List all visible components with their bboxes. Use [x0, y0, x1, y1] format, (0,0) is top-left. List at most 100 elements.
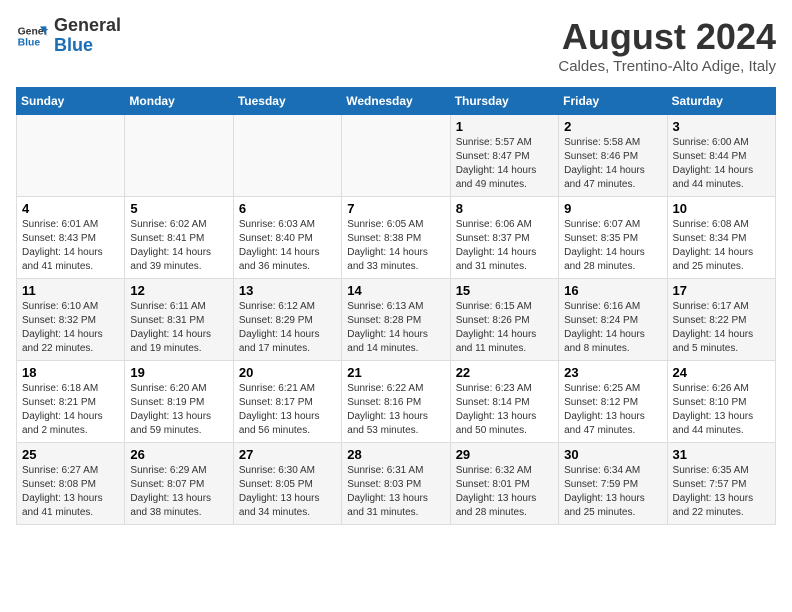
day-number: 20 [239, 365, 336, 380]
page-title: August 2024 [558, 16, 776, 58]
svg-text:Blue: Blue [18, 37, 41, 48]
page-subtitle: Caldes, Trentino-Alto Adige, Italy [558, 58, 776, 75]
calendar-cell: 10 Sunrise: 6:08 AMSunset: 8:34 PMDayligh… [667, 197, 775, 279]
day-number: 17 [673, 283, 770, 298]
day-info: Sunrise: 6:32 AMSunset: 8:01 PMDaylight:… [456, 464, 553, 520]
day-number: 27 [239, 447, 336, 462]
day-number: 26 [130, 447, 227, 462]
day-info: Sunrise: 6:05 AMSunset: 8:38 PMDaylight:… [347, 218, 444, 274]
day-number: 7 [347, 201, 444, 216]
day-number: 25 [22, 447, 119, 462]
day-info: Sunrise: 6:12 AMSunset: 8:29 PMDaylight:… [239, 300, 336, 356]
calendar-cell: 13 Sunrise: 6:12 AMSunset: 8:29 PMDayligh… [233, 279, 341, 361]
calendar-cell: 15 Sunrise: 6:15 AMSunset: 8:26 PMDayligh… [450, 279, 558, 361]
day-info: Sunrise: 6:08 AMSunset: 8:34 PMDaylight:… [673, 218, 770, 274]
calendar-cell [342, 115, 450, 197]
header-sunday: Sunday [17, 88, 125, 115]
day-info: Sunrise: 6:23 AMSunset: 8:14 PMDaylight:… [456, 382, 553, 438]
calendar-week-1: 4 Sunrise: 6:01 AMSunset: 8:43 PMDaylight… [17, 197, 776, 279]
calendar-cell: 20 Sunrise: 6:21 AMSunset: 8:17 PMDayligh… [233, 361, 341, 443]
day-number: 18 [22, 365, 119, 380]
calendar-cell: 14Sunrise: 6:13 AMSunset: 8:28 PMDayligh… [342, 279, 450, 361]
logo: General Blue General Blue [16, 16, 121, 56]
day-number: 29 [456, 447, 553, 462]
day-info: Sunrise: 6:35 AMSunset: 7:57 PMDaylight:… [673, 464, 770, 520]
day-number: 2 [564, 119, 661, 134]
day-number: 19 [130, 365, 227, 380]
day-number: 22 [456, 365, 553, 380]
day-info: Sunrise: 6:10 AMSunset: 8:32 PMDaylight:… [22, 300, 119, 356]
logo-line1: General [54, 16, 121, 36]
day-number: 28 [347, 447, 444, 462]
header-wednesday: Wednesday [342, 88, 450, 115]
logo-text: General Blue [54, 16, 121, 56]
calendar-week-4: 25 Sunrise: 6:27 AMSunset: 8:08 PMDayligh… [17, 443, 776, 525]
day-number: 13 [239, 283, 336, 298]
day-info: Sunrise: 6:20 AMSunset: 8:19 PMDaylight:… [130, 382, 227, 438]
calendar-cell: 26Sunrise: 6:29 AMSunset: 8:07 PMDayligh… [125, 443, 233, 525]
day-number: 31 [673, 447, 770, 462]
day-info: Sunrise: 6:02 AMSunset: 8:41 PMDaylight:… [130, 218, 227, 274]
logo-icon: General Blue [16, 20, 48, 52]
day-number: 11 [22, 283, 119, 298]
day-number: 4 [22, 201, 119, 216]
day-number: 8 [456, 201, 553, 216]
calendar-cell: 23 Sunrise: 6:25 AMSunset: 8:12 PMDayligh… [559, 361, 667, 443]
calendar-cell: 25 Sunrise: 6:27 AMSunset: 8:08 PMDayligh… [17, 443, 125, 525]
day-info: Sunrise: 6:07 AMSunset: 8:35 PMDaylight:… [564, 218, 661, 274]
logo-line2: Blue [54, 36, 121, 56]
day-info: Sunrise: 6:17 AMSunset: 8:22 PMDaylight:… [673, 300, 770, 356]
calendar-cell: 22 Sunrise: 6:23 AMSunset: 8:14 PMDayligh… [450, 361, 558, 443]
calendar-cell: 7 Sunrise: 6:05 AMSunset: 8:38 PMDaylight… [342, 197, 450, 279]
calendar-cell: 11 Sunrise: 6:10 AMSunset: 8:32 PMDayligh… [17, 279, 125, 361]
calendar-cell: 19 Sunrise: 6:20 AMSunset: 8:19 PMDayligh… [125, 361, 233, 443]
day-info: Sunrise: 6:26 AMSunset: 8:10 PMDaylight:… [673, 382, 770, 438]
day-info: Sunrise: 6:30 AMSunset: 8:05 PMDaylight:… [239, 464, 336, 520]
calendar-cell: 1Sunrise: 5:57 AMSunset: 8:47 PMDaylight… [450, 115, 558, 197]
page-header: General Blue General Blue August 2024 Ca… [16, 16, 776, 75]
day-info: Sunrise: 6:27 AMSunset: 8:08 PMDaylight:… [22, 464, 119, 520]
day-info: Sunrise: 5:58 AMSunset: 8:46 PMDaylight:… [564, 136, 661, 192]
calendar-cell: 18 Sunrise: 6:18 AMSunset: 8:21 PMDayligh… [17, 361, 125, 443]
day-info: Sunrise: 6:06 AMSunset: 8:37 PMDaylight:… [456, 218, 553, 274]
day-info: Sunrise: 6:21 AMSunset: 8:17 PMDaylight:… [239, 382, 336, 438]
calendar-cell [17, 115, 125, 197]
day-info: Sunrise: 5:57 AMSunset: 8:47 PMDaylight:… [456, 136, 553, 192]
day-number: 14 [347, 283, 444, 298]
calendar-cell: 27 Sunrise: 6:30 AMSunset: 8:05 PMDayligh… [233, 443, 341, 525]
calendar-cell: 9Sunrise: 6:07 AMSunset: 8:35 PMDaylight… [559, 197, 667, 279]
calendar-cell: 29 Sunrise: 6:32 AMSunset: 8:01 PMDayligh… [450, 443, 558, 525]
calendar-week-2: 11 Sunrise: 6:10 AMSunset: 8:32 PMDayligh… [17, 279, 776, 361]
calendar-cell: 28 Sunrise: 6:31 AMSunset: 8:03 PMDayligh… [342, 443, 450, 525]
title-block: August 2024 Caldes, Trentino-Alto Adige,… [558, 16, 776, 75]
calendar-week-3: 18 Sunrise: 6:18 AMSunset: 8:21 PMDayligh… [17, 361, 776, 443]
day-info: Sunrise: 6:00 AMSunset: 8:44 PMDaylight:… [673, 136, 770, 192]
calendar-cell: 6Sunrise: 6:03 AMSunset: 8:40 PMDaylight… [233, 197, 341, 279]
calendar-table: SundayMondayTuesdayWednesdayThursdayFrid… [16, 87, 776, 525]
calendar-cell: 5 Sunrise: 6:02 AMSunset: 8:41 PMDaylight… [125, 197, 233, 279]
day-number: 15 [456, 283, 553, 298]
day-number: 12 [130, 283, 227, 298]
day-info: Sunrise: 6:25 AMSunset: 8:12 PMDaylight:… [564, 382, 661, 438]
day-info: Sunrise: 6:18 AMSunset: 8:21 PMDaylight:… [22, 382, 119, 438]
day-number: 10 [673, 201, 770, 216]
day-info: Sunrise: 6:01 AMSunset: 8:43 PMDaylight:… [22, 218, 119, 274]
day-info: Sunrise: 6:31 AMSunset: 8:03 PMDaylight:… [347, 464, 444, 520]
day-number: 24 [673, 365, 770, 380]
calendar-cell: 8 Sunrise: 6:06 AMSunset: 8:37 PMDaylight… [450, 197, 558, 279]
day-number: 21 [347, 365, 444, 380]
calendar-cell: 2 Sunrise: 5:58 AMSunset: 8:46 PMDaylight… [559, 115, 667, 197]
header-thursday: Thursday [450, 88, 558, 115]
day-info: Sunrise: 6:16 AMSunset: 8:24 PMDaylight:… [564, 300, 661, 356]
calendar-cell [125, 115, 233, 197]
header-saturday: Saturday [667, 88, 775, 115]
calendar-cell: 30Sunrise: 6:34 AMSunset: 7:59 PMDayligh… [559, 443, 667, 525]
day-info: Sunrise: 6:11 AMSunset: 8:31 PMDaylight:… [130, 300, 227, 356]
day-number: 23 [564, 365, 661, 380]
day-number: 16 [564, 283, 661, 298]
calendar-cell: 31 Sunrise: 6:35 AMSunset: 7:57 PMDayligh… [667, 443, 775, 525]
header-friday: Friday [559, 88, 667, 115]
day-info: Sunrise: 6:15 AMSunset: 8:26 PMDaylight:… [456, 300, 553, 356]
day-number: 5 [130, 201, 227, 216]
day-number: 6 [239, 201, 336, 216]
